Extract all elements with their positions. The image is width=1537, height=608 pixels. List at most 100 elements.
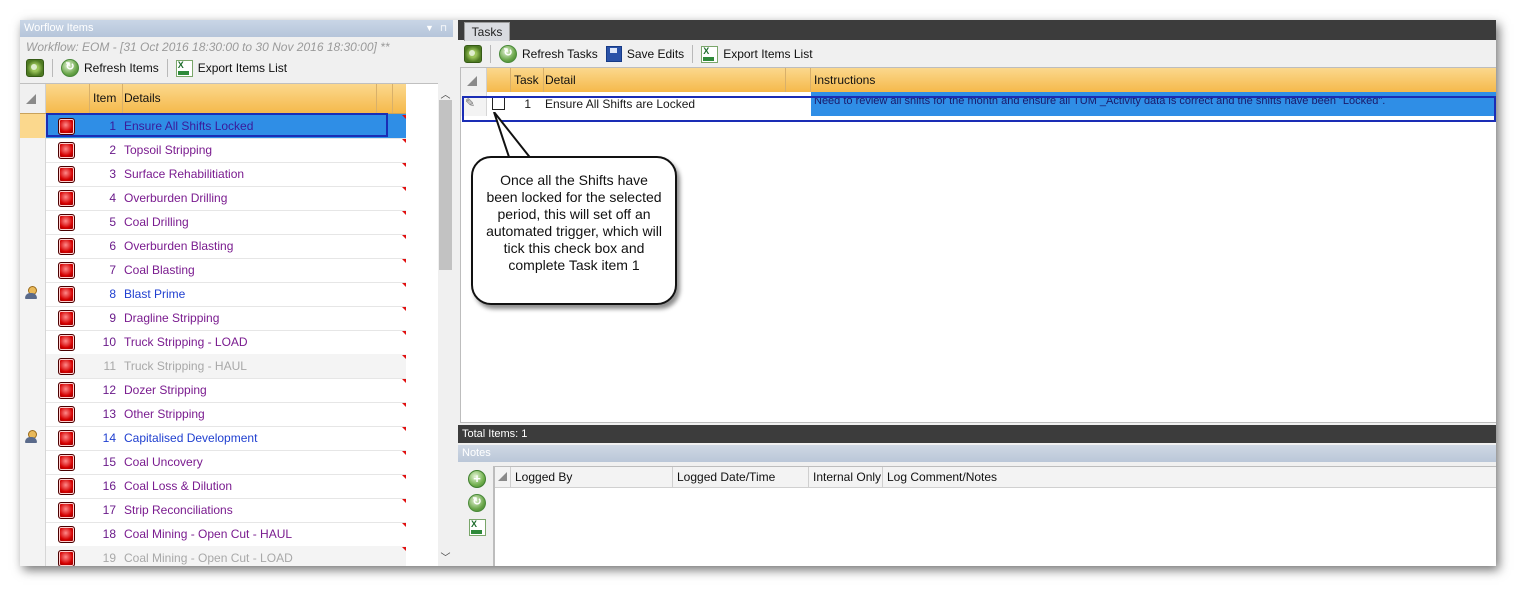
refresh-icon[interactable]: ↻ xyxy=(468,494,486,512)
scroll-up-icon[interactable]: ︿ xyxy=(438,86,453,101)
notes-grid-header: Logged By Logged Date/Time Internal Only… xyxy=(495,467,1496,488)
row-header[interactable] xyxy=(20,114,46,138)
add-note-icon[interactable]: + xyxy=(468,470,486,488)
logged-datetime-column-header[interactable]: Logged Date/Time xyxy=(673,467,809,487)
row-header[interactable] xyxy=(20,258,46,282)
comment-marker-icon xyxy=(402,259,406,263)
task-column-header[interactable]: Task xyxy=(511,68,544,92)
item-row[interactable]: 3 Surface Rehabilitiation xyxy=(20,162,406,187)
row-header[interactable] xyxy=(20,450,46,474)
item-number: 7 xyxy=(109,263,116,277)
toolbar-separator xyxy=(166,59,168,77)
extra-column-header[interactable] xyxy=(377,84,393,113)
spacer-column-header[interactable] xyxy=(786,68,811,92)
item-number: 16 xyxy=(102,479,116,493)
item-details: Dragline Stripping xyxy=(124,311,220,325)
item-row[interactable]: 8 Blast Prime xyxy=(20,282,406,307)
item-number: 3 xyxy=(109,167,116,181)
item-row[interactable]: 10 Truck Stripping - LOAD xyxy=(20,330,406,355)
row-header[interactable] xyxy=(20,402,46,426)
item-column-header[interactable]: Item xyxy=(90,84,123,113)
comment-marker-icon xyxy=(402,355,406,359)
excel-export-icon[interactable] xyxy=(469,519,486,536)
instructions-column-header[interactable]: Instructions xyxy=(811,68,1496,92)
callout-pointer xyxy=(493,112,535,161)
item-details: Blast Prime xyxy=(124,287,186,301)
item-row[interactable]: 2 Topsoil Stripping xyxy=(20,138,406,163)
select-all-corner[interactable] xyxy=(495,467,511,487)
select-all-corner[interactable] xyxy=(20,84,46,113)
export-tasks-button[interactable]: Export Items List xyxy=(697,43,816,65)
row-header[interactable] xyxy=(20,138,46,162)
internal-only-column-header[interactable]: Internal Only xyxy=(809,467,883,487)
selected-task-highlight xyxy=(462,96,1496,122)
row-header[interactable] xyxy=(20,546,46,566)
item-number: 18 xyxy=(102,527,116,541)
scroll-thumb[interactable] xyxy=(439,100,452,270)
status-column-header[interactable] xyxy=(46,84,90,113)
row-header[interactable] xyxy=(20,426,46,450)
item-number: 12 xyxy=(102,383,116,397)
row-header[interactable] xyxy=(20,474,46,498)
export-items-button[interactable]: Export Items List xyxy=(172,57,291,79)
row-header[interactable] xyxy=(20,354,46,378)
row-header[interactable] xyxy=(20,210,46,234)
item-details: Coal Blasting xyxy=(124,263,195,277)
row-header[interactable] xyxy=(20,522,46,546)
toolbar-separator xyxy=(490,45,491,63)
tab-tasks[interactable]: Tasks xyxy=(464,22,510,41)
item-number: 2 xyxy=(109,143,116,157)
row-header[interactable] xyxy=(20,330,46,354)
grid-header: Item Details xyxy=(20,84,406,114)
total-items-label: Total Items: 1 xyxy=(462,428,528,440)
checkbox-column-header[interactable] xyxy=(487,68,511,92)
item-row[interactable]: 12 Dozer Stripping xyxy=(20,378,406,403)
row-header[interactable] xyxy=(20,186,46,210)
item-number: 10 xyxy=(102,335,116,349)
item-row[interactable]: 19 Coal Mining - Open Cut - LOAD xyxy=(20,546,406,566)
workflow-label: Workflow: EOM - [31 Oct 2016 18:30:00 to… xyxy=(26,40,390,54)
row-header[interactable] xyxy=(20,498,46,522)
panel-dropdown-icon[interactable]: ▼ xyxy=(425,20,434,37)
select-all-corner[interactable] xyxy=(461,68,487,92)
item-row[interactable]: 9 Dragline Stripping xyxy=(20,306,406,331)
log-comment-column-header[interactable]: Log Comment/Notes xyxy=(883,467,1496,487)
items-scrollbar[interactable]: ︿ ﹀ xyxy=(438,83,453,566)
item-row[interactable]: 14 Capitalised Development xyxy=(20,426,406,451)
item-row[interactable]: 7 Coal Blasting xyxy=(20,258,406,283)
refresh-icon: ↻ xyxy=(61,59,79,77)
row-header[interactable] xyxy=(20,378,46,402)
panel-title: Worflow Items xyxy=(24,22,94,34)
notes-grid: Logged By Logged Date/Time Internal Only… xyxy=(494,466,1496,566)
row-header[interactable] xyxy=(20,282,46,306)
save-edits-button[interactable]: Save Edits xyxy=(602,43,688,65)
item-row[interactable]: 17 Strip Reconciliations xyxy=(20,498,406,523)
item-details: Truck Stripping - LOAD xyxy=(124,335,248,349)
comment-marker-icon xyxy=(402,139,406,143)
sort-triangle-icon xyxy=(498,472,507,481)
item-row[interactable]: 15 Coal Uncovery xyxy=(20,450,406,475)
item-row[interactable]: 18 Coal Mining - Open Cut - HAUL xyxy=(20,522,406,547)
row-header[interactable] xyxy=(20,306,46,330)
panel-pin-icon[interactable]: ⊓ xyxy=(440,20,447,37)
sort-triangle-icon xyxy=(467,76,477,86)
item-row[interactable]: 4 Overburden Drilling xyxy=(20,186,406,211)
row-header[interactable] xyxy=(20,234,46,258)
toolbar-separator xyxy=(52,59,53,77)
logged-by-column-header[interactable]: Logged By xyxy=(511,467,673,487)
detail-column-header[interactable]: Detail xyxy=(541,68,786,92)
refresh-items-button[interactable]: ↻ Refresh Items xyxy=(57,57,163,79)
row-header[interactable] xyxy=(20,162,46,186)
comment-marker-icon xyxy=(402,331,406,335)
equipment-button[interactable] xyxy=(460,43,486,65)
scroll-down-icon[interactable]: ﹀ xyxy=(438,549,453,564)
item-row[interactable]: 11 Truck Stripping - HAUL xyxy=(20,354,406,379)
item-row[interactable]: 5 Coal Drilling xyxy=(20,210,406,235)
item-number: 9 xyxy=(109,311,116,325)
details-column-header[interactable]: Details xyxy=(120,84,377,113)
item-row[interactable]: 13 Other Stripping xyxy=(20,402,406,427)
item-row[interactable]: 6 Overburden Blasting xyxy=(20,234,406,259)
refresh-tasks-button[interactable]: ↻ Refresh Tasks xyxy=(495,43,602,65)
equipment-button[interactable] xyxy=(22,57,48,79)
item-row[interactable]: 16 Coal Loss & Dilution xyxy=(20,474,406,499)
